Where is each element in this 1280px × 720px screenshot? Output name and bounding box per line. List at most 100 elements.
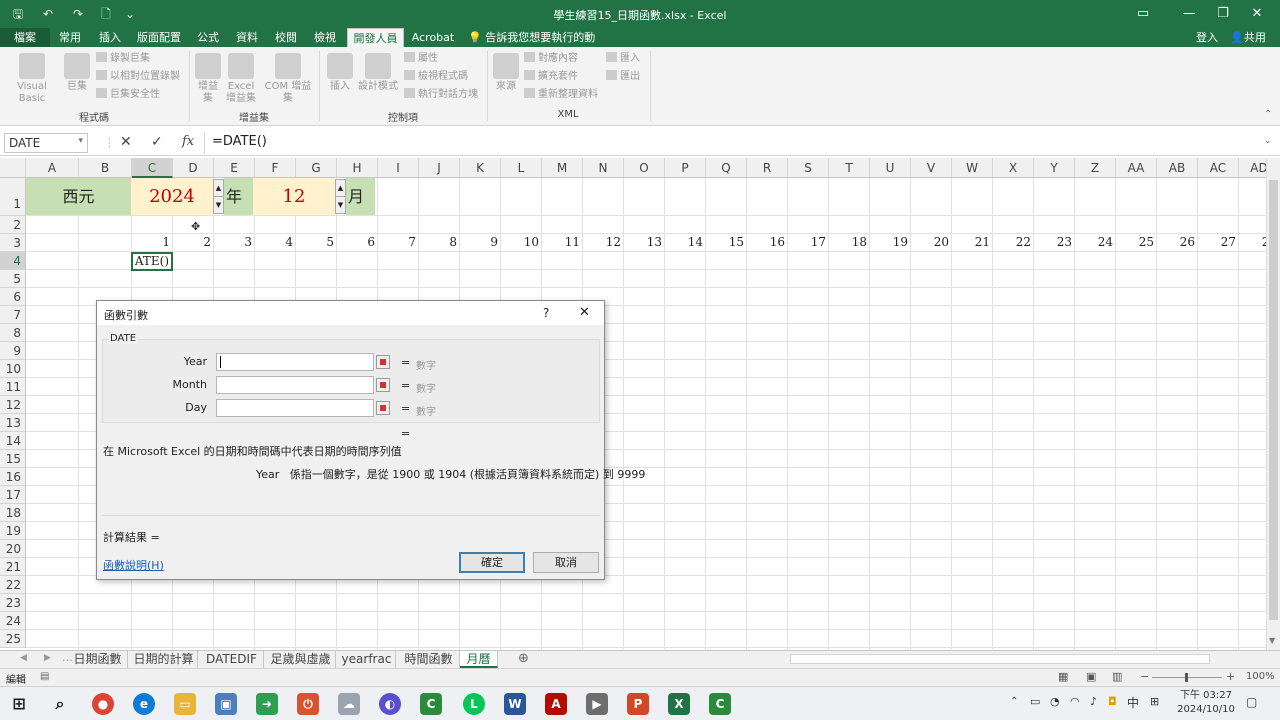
column-header[interactable]: I xyxy=(378,158,419,178)
cell-number[interactable]: 2 xyxy=(173,235,211,249)
sheet-tab[interactable]: yearfrac xyxy=(338,651,396,668)
tab-data[interactable]: 資料 xyxy=(229,28,265,47)
column-header[interactable]: Y xyxy=(1034,158,1075,178)
cell-c4-active[interactable]: ATE() xyxy=(131,252,173,271)
cell-number[interactable]: 8 xyxy=(419,235,457,249)
row-header[interactable]: 1 xyxy=(0,178,26,216)
normal-view-icon[interactable]: ▦ xyxy=(1058,670,1068,683)
addins-button[interactable]: 增益集 xyxy=(194,53,222,105)
row-header[interactable]: 8 xyxy=(0,324,26,342)
volume-icon[interactable]: ♪ xyxy=(1090,695,1097,708)
visual-basic-button[interactable]: Visual Basic xyxy=(4,53,60,105)
row-header[interactable]: 6 xyxy=(0,288,26,306)
function-help-link[interactable]: 函數說明(H) xyxy=(103,557,164,573)
tab-review[interactable]: 校閱 xyxy=(268,28,304,47)
month-spin-button[interactable]: ▲ ▼ xyxy=(335,179,346,214)
line-icon[interactable]: L xyxy=(463,693,485,715)
properties-button[interactable]: 屬性 xyxy=(404,52,438,66)
spin-down-icon[interactable]: ▼ xyxy=(336,197,345,213)
cell-number[interactable]: 16 xyxy=(747,235,785,249)
tab-acrobat[interactable]: Acrobat xyxy=(408,28,458,47)
column-header[interactable]: O xyxy=(624,158,665,178)
tab-developer[interactable]: 開發人員 xyxy=(347,28,404,47)
cell-number[interactable]: 27 xyxy=(1198,235,1236,249)
row-header[interactable]: 20 xyxy=(0,540,26,558)
insert-control-button[interactable]: 插入 xyxy=(326,53,354,93)
show-hidden-icons[interactable]: ⌃ xyxy=(1010,696,1018,707)
column-header[interactable]: J xyxy=(419,158,460,178)
column-header[interactable]: V xyxy=(911,158,952,178)
enter-icon[interactable]: ✓ xyxy=(151,134,163,150)
arg-input-year[interactable] xyxy=(216,353,374,371)
store-icon[interactable]: ▣ xyxy=(215,693,237,715)
tab-formulas[interactable]: 公式 xyxy=(190,28,226,47)
tell-me-box[interactable]: 💡 告訴我您想要執行的動作... xyxy=(468,28,608,63)
prev-sheet-icon[interactable]: ◀ xyxy=(20,653,27,663)
column-header[interactable]: Q xyxy=(706,158,747,178)
cell-number[interactable]: 12 xyxy=(583,235,621,249)
row-header[interactable]: 23 xyxy=(0,594,26,612)
row-header[interactable]: 19 xyxy=(0,522,26,540)
cell-number[interactable]: 4 xyxy=(255,235,293,249)
next-sheet-icon[interactable]: ▶ xyxy=(44,653,51,663)
cell-number[interactable]: 25 xyxy=(1116,235,1154,249)
relative-reference-button[interactable]: 以相對位置錄製 xyxy=(96,70,180,84)
close-icon[interactable]: ✕ xyxy=(579,305,590,320)
tab-view[interactable]: 檢視 xyxy=(307,28,343,47)
cancel-button[interactable]: 取消 xyxy=(533,552,599,573)
zoom-level[interactable]: 100% xyxy=(1246,671,1275,682)
ribbon-display-icon[interactable]: ▭ xyxy=(1120,0,1166,28)
ime-options-icon[interactable]: ⊞ xyxy=(1150,695,1159,708)
row-header[interactable]: 4 xyxy=(0,252,26,270)
row-header[interactable]: 9 xyxy=(0,342,26,360)
share-button[interactable]: 👤共用 xyxy=(1226,28,1270,47)
cell-number[interactable]: 24 xyxy=(1075,235,1113,249)
insert-function-icon[interactable]: fx xyxy=(182,134,194,149)
tab-insert[interactable]: 插入 xyxy=(92,28,128,47)
row-header[interactable]: 5 xyxy=(0,270,26,288)
refresh-data-button[interactable]: 重新整理資料 xyxy=(524,88,598,102)
close-window-button[interactable]: ✕ xyxy=(1234,0,1280,28)
row-header[interactable]: 17 xyxy=(0,486,26,504)
camtasia-icon[interactable]: C xyxy=(420,693,442,715)
column-header[interactable]: X xyxy=(993,158,1034,178)
formula-input[interactable]: =DATE() xyxy=(212,134,267,149)
row-header[interactable]: 12 xyxy=(0,396,26,414)
cell-number[interactable]: 20 xyxy=(911,235,949,249)
sheet-tab[interactable]: 日期函數 xyxy=(68,651,128,668)
record-macro-button[interactable]: 錄製巨集 xyxy=(96,52,150,66)
page-break-icon[interactable]: ▥ xyxy=(1112,670,1122,683)
cell-c1[interactable]: 2024 xyxy=(131,178,213,215)
column-header[interactable]: C xyxy=(132,158,173,178)
horizontal-scrollbar[interactable] xyxy=(790,654,1210,664)
column-header[interactable]: T xyxy=(829,158,870,178)
tab-home[interactable]: 常用 xyxy=(52,28,88,47)
map-properties-button[interactable]: 對應內容 xyxy=(524,52,578,66)
macro-record-icon[interactable]: ▤ xyxy=(40,671,49,682)
column-header[interactable]: H xyxy=(337,158,378,178)
column-header[interactable]: B xyxy=(79,158,132,178)
cell-number[interactable]: 18 xyxy=(829,235,867,249)
column-header[interactable]: N xyxy=(583,158,624,178)
year-spin-button[interactable]: ▲ ▼ xyxy=(213,179,224,214)
column-header[interactable]: AB xyxy=(1157,158,1198,178)
row-header[interactable]: 11 xyxy=(0,378,26,396)
chat-app-icon[interactable]: ◐ xyxy=(379,693,401,715)
xml-import-button[interactable]: 匯入 xyxy=(606,52,640,66)
sheet-tab-active[interactable]: 月曆 xyxy=(460,651,498,668)
cell-number[interactable]: 22 xyxy=(993,235,1031,249)
cell-number[interactable]: 3 xyxy=(214,235,252,249)
cell-number[interactable]: 15 xyxy=(706,235,744,249)
drag-handle-icon[interactable]: ⋮ xyxy=(104,136,115,149)
cloud-icon[interactable]: ☁ xyxy=(338,693,360,715)
acrobat-icon[interactable]: A xyxy=(545,693,567,715)
excel-addins-button[interactable]: Excel 增益集 xyxy=(226,53,256,105)
cell-number[interactable]: 21 xyxy=(952,235,990,249)
dialog-titlebar[interactable] xyxy=(97,301,604,325)
power-app-icon[interactable]: ⏻ xyxy=(297,693,319,715)
cell-number[interactable]: 11 xyxy=(542,235,580,249)
notification-icon[interactable]: ▢ xyxy=(1246,695,1257,709)
macro-security-button[interactable]: 巨集安全性 xyxy=(96,88,160,102)
xml-source-button[interactable]: 來源 xyxy=(492,53,520,93)
row-header[interactable]: 18 xyxy=(0,504,26,522)
